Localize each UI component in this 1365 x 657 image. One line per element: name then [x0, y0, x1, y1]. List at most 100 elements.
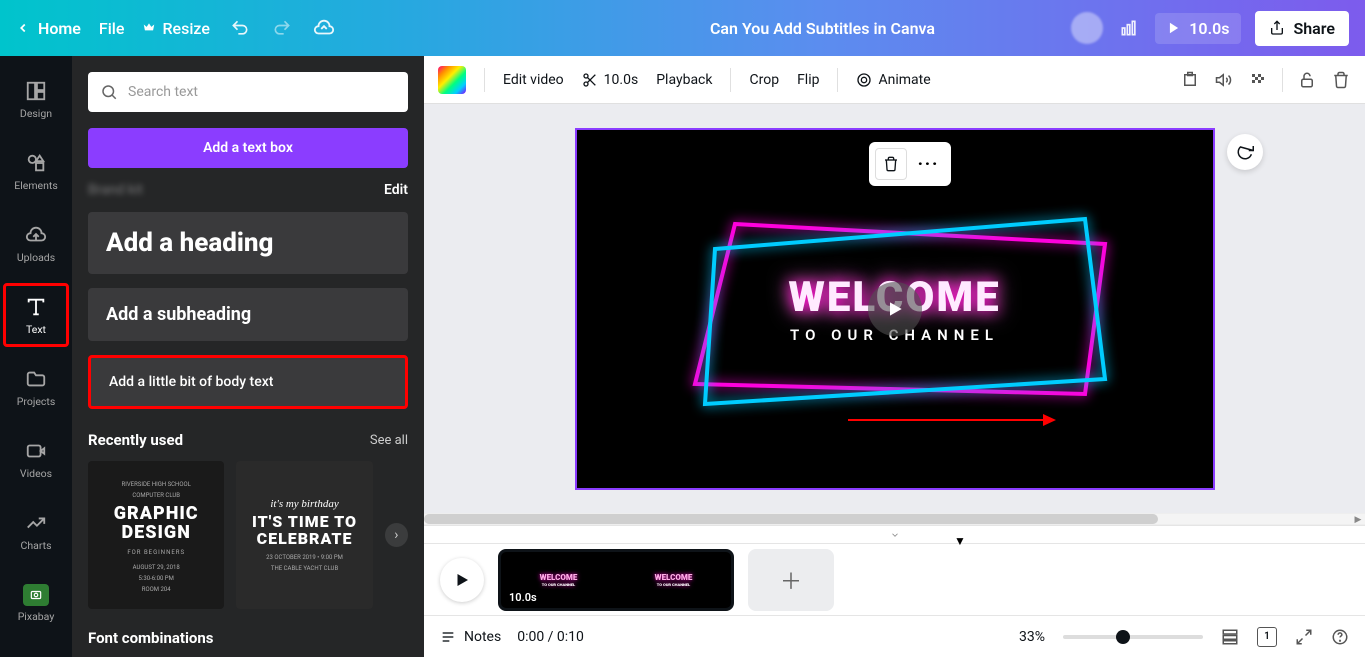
timeline-clip[interactable]: WELCOME TO OUR CHANNEL WELCOME TO OUR CH…	[498, 549, 734, 611]
video-icon	[24, 439, 48, 463]
chart-icon	[24, 511, 48, 535]
present-button[interactable]: 10.0s	[1155, 13, 1241, 44]
chevron-right-icon: ›	[394, 527, 398, 543]
cloud-sync-icon[interactable]	[312, 16, 336, 40]
page-indicator[interactable]: 1	[1257, 627, 1277, 647]
separator	[730, 68, 731, 92]
timeline-collapse-handle[interactable]	[424, 525, 1365, 543]
template1-big2: DESIGN	[122, 524, 191, 543]
folder-icon	[24, 367, 48, 391]
notes-icon	[440, 629, 456, 645]
zoom-slider[interactable]	[1063, 635, 1203, 639]
see-all-link[interactable]: See all	[370, 433, 408, 448]
animate-label: Animate	[878, 72, 930, 88]
home-button[interactable]: Home	[16, 19, 81, 38]
template1-d3: ROOM 204	[142, 586, 171, 593]
chevron-down-icon	[887, 530, 903, 540]
analytics-icon[interactable]	[1117, 16, 1141, 40]
thumb-sub-1: TO OUR CHANNEL	[540, 582, 578, 587]
template2-big2: CELEBRATE	[257, 531, 353, 548]
scrollbar-thumb[interactable]	[424, 514, 1158, 524]
thumb-sub-2: TO OUR CHANNEL	[655, 582, 693, 587]
edit-link[interactable]: Edit	[384, 182, 408, 198]
animate-icon	[856, 72, 872, 88]
add-subheading-button[interactable]: Add a subheading	[88, 288, 408, 341]
resize-menu[interactable]: Resize	[142, 19, 209, 38]
trash-icon[interactable]	[1331, 70, 1351, 90]
thumb-title-2: WELCOME	[655, 573, 693, 582]
timeline: ▼ WELCOME TO OUR CHANNEL WELCOME TO OUR …	[424, 543, 1365, 615]
zoom-label: 33%	[1019, 629, 1045, 645]
zoom-knob[interactable]	[1116, 630, 1130, 644]
scissors-icon	[582, 72, 598, 88]
duration-text: 10.0s	[604, 72, 639, 88]
redo-button[interactable]	[270, 16, 294, 40]
animate-button[interactable]: Animate	[856, 72, 930, 88]
chevron-left-icon	[16, 21, 30, 35]
transparency-icon[interactable]	[1248, 70, 1268, 90]
notes-button[interactable]: Notes	[440, 629, 501, 645]
pixabay-icon	[23, 584, 49, 606]
share-button[interactable]: Share	[1255, 11, 1349, 46]
search-box[interactable]	[88, 72, 408, 112]
rail-design-label: Design	[20, 107, 52, 120]
rail-projects[interactable]: Projects	[0, 352, 72, 422]
flip-button[interactable]: Flip	[797, 72, 819, 88]
template1-line2: COMPUTER CLUB	[132, 492, 180, 499]
add-text-box-button[interactable]: Add a text box	[88, 128, 408, 168]
rail-elements-label: Elements	[14, 179, 58, 192]
play-icon	[1167, 21, 1181, 35]
home-label: Home	[38, 19, 81, 38]
rail-design[interactable]: Design	[0, 64, 72, 134]
text-icon	[24, 295, 48, 319]
grid-view-icon[interactable]	[1221, 628, 1239, 646]
font-combinations-title: Font combinations	[88, 629, 408, 647]
canvas-play-button[interactable]	[868, 282, 922, 336]
edit-video-button[interactable]: Edit video	[503, 72, 564, 88]
rail-elements[interactable]: Elements	[0, 136, 72, 206]
templates-next-arrow[interactable]: ›	[385, 523, 408, 547]
crop-button[interactable]: Crop	[749, 72, 779, 88]
more-element-button[interactable]: ···	[913, 148, 945, 180]
lock-icon[interactable]	[1297, 70, 1317, 90]
bottom-bar: Notes 0:00 / 0:10 33% 1	[424, 615, 1365, 657]
position-icon[interactable]	[1180, 70, 1200, 90]
color-picker[interactable]	[438, 66, 466, 94]
playback-button[interactable]: Playback	[656, 72, 712, 88]
playhead-marker[interactable]: ▼	[954, 534, 966, 548]
template-celebrate[interactable]: it's my birthday IT'S TIME TO CELEBRATE …	[236, 461, 372, 609]
delete-element-button[interactable]	[875, 148, 907, 180]
duration-button[interactable]: 10.0s	[582, 72, 639, 88]
regenerate-button[interactable]	[1227, 134, 1263, 170]
rail-uploads[interactable]: Uploads	[0, 208, 72, 278]
separator	[1282, 68, 1283, 92]
template1-d2: 5:30-6:00 PM	[139, 575, 174, 582]
duration-label: 10.0s	[1189, 19, 1229, 38]
time-display: 0:00 / 0:10	[517, 629, 584, 645]
add-heading-button[interactable]: Add a heading	[88, 212, 408, 274]
side-rail: Design Elements Uploads Text Projects Vi…	[0, 56, 72, 657]
scroll-right-arrow[interactable]: ▶	[1351, 514, 1365, 526]
file-menu[interactable]: File	[99, 19, 125, 38]
add-body-text-button[interactable]: Add a little bit of body text	[88, 355, 408, 409]
template1-line1: RIVERSIDE HIGH SCHOOL	[122, 481, 191, 488]
rail-projects-label: Projects	[17, 395, 56, 408]
canvas-viewport[interactable]: ··· WELCOME	[424, 104, 1365, 513]
rail-text[interactable]: Text	[3, 283, 69, 347]
help-icon[interactable]	[1331, 628, 1349, 646]
fullscreen-icon[interactable]	[1295, 628, 1313, 646]
rail-videos[interactable]: Videos	[0, 424, 72, 494]
search-input[interactable]	[128, 84, 396, 100]
timeline-play-button[interactable]	[440, 558, 484, 602]
horizontal-scrollbar[interactable]: ◀ ▶	[424, 513, 1365, 525]
rail-charts[interactable]: Charts	[0, 496, 72, 566]
rail-pixabay[interactable]: Pixabay	[0, 568, 72, 638]
template1-d1: AUGUST 29, 2018	[133, 564, 180, 571]
volume-icon[interactable]	[1214, 70, 1234, 90]
undo-button[interactable]	[228, 16, 252, 40]
template-graphic-design[interactable]: RIVERSIDE HIGH SCHOOL COMPUTER CLUB GRAP…	[88, 461, 224, 609]
avatar[interactable]	[1071, 12, 1103, 44]
document-title[interactable]: Can You Add Subtitles in Canva	[710, 19, 935, 38]
shapes-icon	[24, 151, 48, 175]
add-page-button[interactable]: ＋	[748, 549, 834, 611]
